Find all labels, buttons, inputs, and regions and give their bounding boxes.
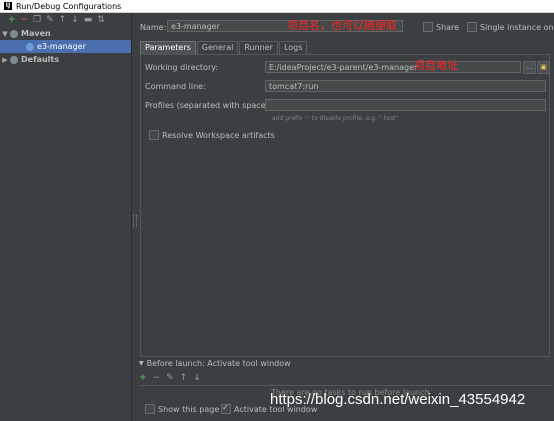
profiles-label: Profiles (separated with space): [145, 101, 272, 110]
collapse-down-icon[interactable]: ▼ [139, 360, 144, 367]
wrench-icon[interactable]: ✎ [46, 15, 54, 25]
move-task-up-icon[interactable]: ↑ [180, 373, 188, 383]
maven-icon [10, 29, 18, 38]
config-tabs: Parameters General Runner Logs [140, 41, 308, 54]
single-instance-checkbox[interactable] [467, 22, 477, 32]
before-launch-header: Before launch: Activate tool window [146, 359, 291, 368]
copy-icon[interactable]: ❐ [33, 15, 41, 25]
show-page-label: Show this page [158, 405, 220, 414]
move-task-down-icon[interactable]: ↓ [193, 373, 201, 383]
configuration-details-pane: Name: e3-manager 项目名，也可以随便取 Share Single… [135, 13, 554, 421]
title-bar: IJ Run/Debug Configurations [0, 0, 554, 13]
resolve-workspace-label: Resolve Workspace artifacts [162, 131, 275, 140]
configurations-tree-pane: + − ❐ ✎ ↑ ↓ ▬ ⇅ ▼ Maven e3-manager ▶ Def… [0, 13, 132, 421]
directory-annotation: 项目地址 [414, 59, 458, 72]
tab-runner[interactable]: Runner [239, 41, 278, 54]
tree-item-maven[interactable]: ▼ Maven [0, 27, 131, 40]
name-label: Name: [140, 23, 167, 32]
window-title: Run/Debug Configurations [16, 1, 122, 11]
tab-parameters[interactable]: Parameters [140, 41, 196, 54]
parameters-panel: Working directory: E:/ideaProject/e3-par… [140, 54, 550, 357]
intellij-icon: IJ [4, 2, 12, 10]
command-line-label: Command line: [145, 82, 206, 91]
working-directory-field[interactable]: E:/ideaProject/e3-parent/e3-manager [265, 61, 521, 73]
before-launch-toolbar: + − ✎ ↑ ↓ [139, 373, 201, 383]
tree-toolbar: + − ❐ ✎ ↑ ↓ ▬ ⇅ [0, 13, 131, 27]
share-checkbox[interactable] [423, 22, 433, 32]
tree-item-label: e3-manager [37, 42, 86, 51]
edit-task-icon[interactable]: ✎ [166, 373, 174, 383]
tab-logs[interactable]: Logs [278, 41, 308, 54]
profiles-field[interactable] [265, 99, 546, 111]
tree-item-label: Defaults [21, 55, 59, 64]
macro-folder-icon[interactable]: ▣ [537, 61, 550, 74]
maven-config-icon [26, 42, 34, 51]
command-line-field[interactable]: tomcat7:run [265, 80, 546, 92]
tab-general[interactable]: General [196, 41, 239, 54]
tree-item-e3-manager[interactable]: e3-manager [0, 40, 131, 53]
move-up-icon[interactable]: ↑ [59, 15, 67, 25]
folder-icon[interactable]: ▬ [84, 15, 93, 25]
browse-button[interactable]: ... [523, 61, 536, 74]
watermark-text: https://blog.csdn.net/weixin_43554942 [270, 391, 526, 408]
show-page-checkbox[interactable] [145, 404, 155, 414]
profiles-hint: add prefix '-' to disable profile, e.g. … [272, 115, 399, 122]
add-icon[interactable]: + [8, 15, 16, 25]
working-directory-label: Working directory: [145, 63, 219, 72]
name-annotation: 项目名，也可以随便取 [287, 19, 397, 32]
remove-task-icon[interactable]: − [153, 373, 161, 383]
tree-item-label: Maven [21, 29, 51, 38]
activate-tool-window-checkbox[interactable] [221, 403, 231, 414]
move-down-icon[interactable]: ↓ [71, 15, 79, 25]
single-instance-label: Single instance only [480, 23, 554, 32]
resolve-workspace-checkbox[interactable] [149, 130, 159, 140]
sort-icon[interactable]: ⇅ [97, 15, 105, 25]
remove-icon[interactable]: − [21, 15, 29, 25]
defaults-icon [10, 55, 18, 64]
expand-down-icon[interactable]: ▼ [0, 30, 10, 38]
before-launch-section: ▼ Before launch: Activate tool window [139, 359, 552, 368]
add-task-icon[interactable]: + [139, 373, 147, 383]
share-label: Share [436, 23, 460, 32]
expand-right-icon[interactable]: ▶ [0, 56, 10, 64]
tree-item-defaults[interactable]: ▶ Defaults [0, 53, 131, 66]
